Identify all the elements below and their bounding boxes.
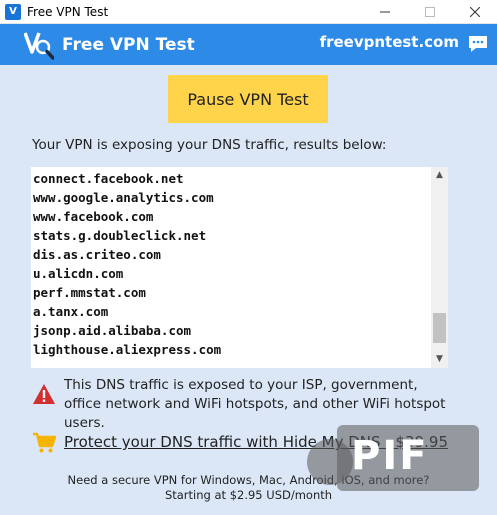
list-item: www.google.analytics.com	[33, 190, 214, 205]
app-icon: V	[5, 3, 21, 20]
site-link[interactable]: freevpntest.com	[320, 33, 459, 51]
window-titlebar: V Free VPN Test	[0, 0, 497, 24]
app-title: Free VPN Test	[62, 34, 195, 55]
promo-text: Need a secure VPN for Windows, Mac, Andr…	[0, 473, 497, 503]
vpn-logo-icon	[23, 30, 55, 60]
vertical-scrollbar[interactable]: ▲ ▼	[431, 167, 448, 368]
list-item: www.facebook.com	[33, 209, 154, 224]
scroll-down-arrow-icon[interactable]: ▼	[431, 351, 448, 368]
app-header: Free VPN Test freevpntest.com	[0, 24, 497, 65]
maximize-button[interactable]	[407, 0, 452, 23]
list-item: perf.mmstat.com	[33, 285, 146, 300]
pause-vpn-test-button[interactable]: Pause VPN Test	[168, 75, 328, 123]
warning-icon	[32, 383, 56, 405]
minimize-button[interactable]	[362, 0, 407, 23]
list-item: lighthouse.aliexpress.com	[33, 342, 222, 357]
list-item: u.alicdn.com	[33, 266, 124, 281]
window-controls	[362, 0, 497, 23]
list-item: a.tanx.com	[33, 304, 109, 319]
list-item: connect.facebook.net	[33, 171, 184, 186]
list-item: stats.g.doubleclick.net	[33, 228, 207, 243]
close-icon	[469, 6, 480, 17]
chat-icon[interactable]	[467, 34, 489, 54]
scroll-up-arrow-icon[interactable]: ▲	[431, 167, 448, 184]
list-item: dis.as.criteo.com	[33, 247, 161, 262]
scroll-thumb[interactable]	[433, 313, 446, 343]
list-item: jsonp.aid.alibaba.com	[33, 323, 192, 338]
dns-results-list[interactable]: connect.facebook.net www.google.analytic…	[31, 167, 448, 368]
window-title: Free VPN Test	[27, 4, 109, 19]
maximize-icon	[424, 6, 435, 17]
promo-line-1: Need a secure VPN for Windows, Mac, Andr…	[67, 473, 430, 487]
protect-dns-link[interactable]: Protect your DNS traffic with Hide My DN…	[64, 433, 448, 451]
close-button[interactable]	[452, 0, 497, 23]
intro-text: Your VPN is exposing your DNS traffic, r…	[32, 137, 387, 153]
shopping-cart-icon	[32, 432, 57, 454]
dns-entries: connect.facebook.net www.google.analytic…	[31, 167, 448, 359]
warning-text: This DNS traffic is exposed to your ISP,…	[64, 377, 446, 431]
minimize-icon	[379, 11, 390, 12]
promo-line-2: Starting at $2.95 USD/month	[164, 488, 333, 502]
